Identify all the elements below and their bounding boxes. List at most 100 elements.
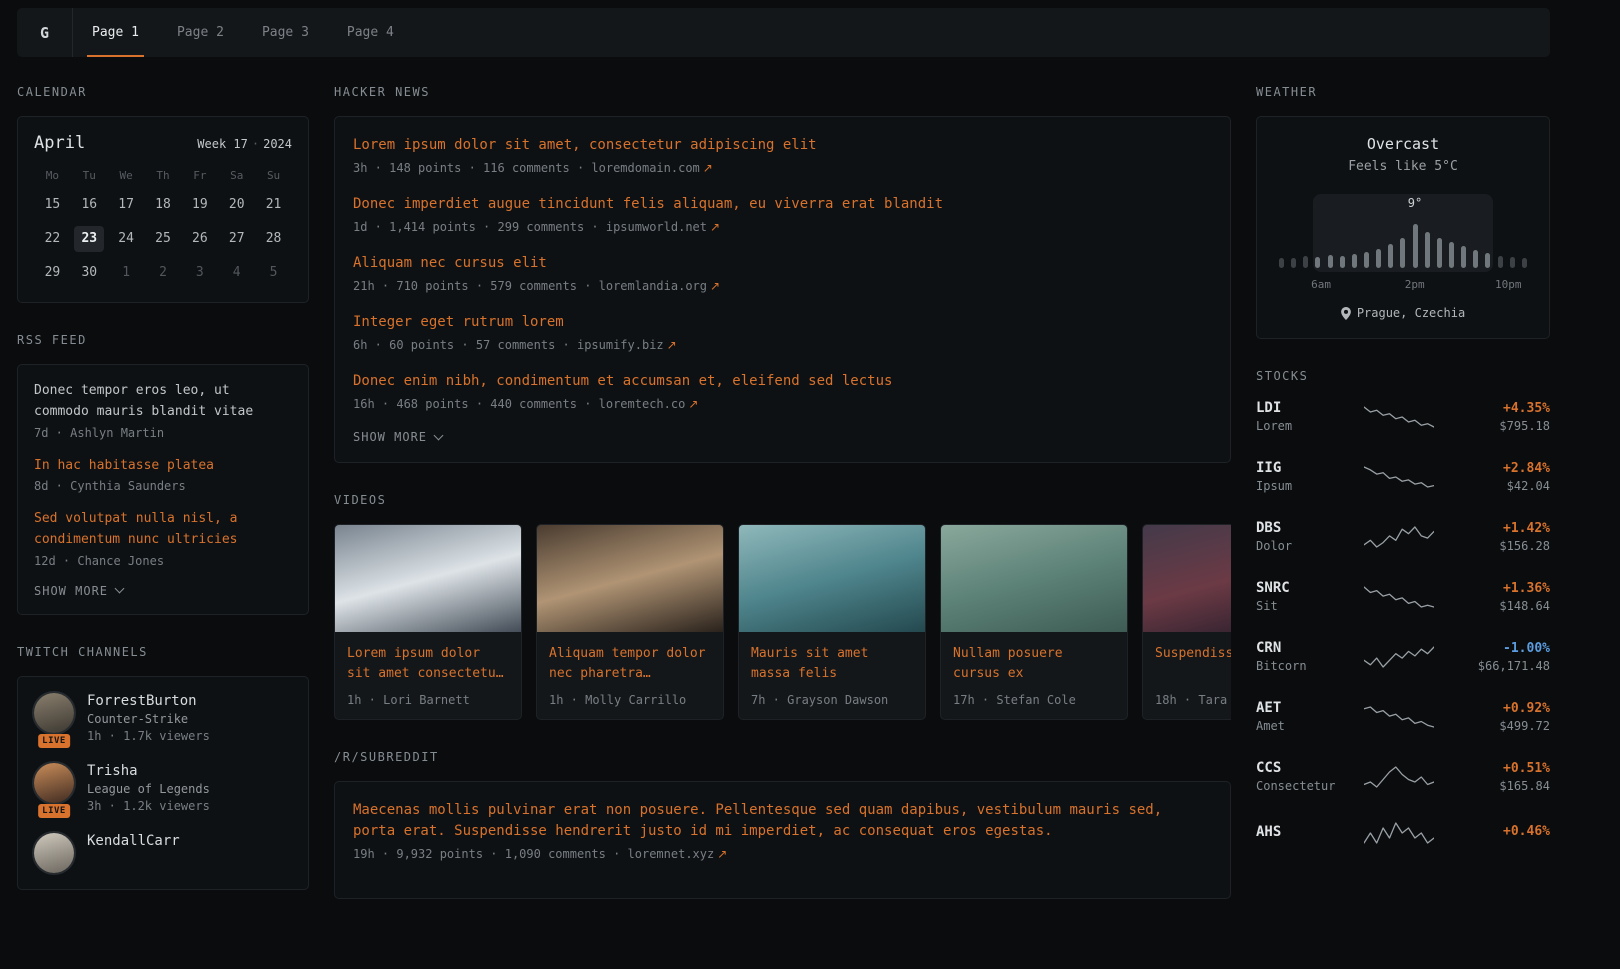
- rss-title-link[interactable]: Donec tempor eros leo, ut commodo mauris…: [34, 381, 292, 423]
- stock-row[interactable]: CRN Bitcorn -1.00% $66,171.48: [1256, 640, 1550, 673]
- avatar: [34, 763, 74, 803]
- news-title-link[interactable]: Donec enim nibh, condimentum et accumsan…: [353, 371, 1212, 392]
- calendar-day: 27: [222, 226, 252, 252]
- stock-row[interactable]: AET Amet +0.92% $499.72: [1256, 700, 1550, 733]
- calendar-header: April Week 17·2024: [34, 133, 292, 153]
- stock-name: Ipsum: [1256, 479, 1352, 493]
- calendar-day: 1: [111, 260, 141, 286]
- tab-page-2[interactable]: Page 2: [158, 8, 243, 57]
- stock-row[interactable]: SNRC Sit +1.36% $148.64: [1256, 580, 1550, 613]
- video-card[interactable]: Nullam posuere cursus ex 17h · Stefan Co…: [940, 524, 1128, 720]
- news-title-link[interactable]: Lorem ipsum dolor sit amet, consectetur …: [353, 135, 1212, 156]
- video-card[interactable]: Suspendisse diam 18h · Tara: [1142, 524, 1231, 720]
- chevron-down-icon: [115, 584, 125, 594]
- rss-show-more-button[interactable]: SHOW MORE: [34, 584, 292, 598]
- stock-change: +1.42%: [1446, 521, 1550, 536]
- tab-page-4[interactable]: Page 4: [328, 8, 413, 57]
- news-meta-text: 21h · 710 points · 579 comments · loreml…: [353, 279, 707, 293]
- video-card[interactable]: Mauris sit amet massa felis 7h · Grayson…: [738, 524, 926, 720]
- app-logo[interactable]: G: [17, 8, 73, 57]
- stock-row[interactable]: DBS Dolor +1.42% $156.28: [1256, 520, 1550, 553]
- post-meta-text: 19h · 9,932 points · 1,090 comments · lo…: [353, 847, 714, 861]
- dashboard-page: G Page 1 Page 2 Page 3 Page 4 CALENDAR A…: [0, 0, 1620, 969]
- tab-page-3[interactable]: Page 3: [243, 8, 328, 57]
- temp-bar: [1388, 244, 1393, 268]
- video-thumbnail[interactable]: [335, 525, 521, 632]
- video-thumbnail[interactable]: [941, 525, 1127, 632]
- widget-label: RSS FEED: [17, 333, 309, 347]
- external-link-icon[interactable]: ↗: [710, 279, 720, 293]
- sparkline: [1352, 404, 1446, 430]
- channel-name: ForrestBurton: [87, 693, 210, 709]
- stock-row[interactable]: AHS +0.46%: [1256, 820, 1550, 846]
- avatar-wrap: LIVE: [34, 693, 74, 743]
- video-card[interactable]: Lorem ipsum dolor sit amet consectetu… 1…: [334, 524, 522, 720]
- widget-label: WEATHER: [1256, 85, 1550, 99]
- stock-values: +1.42% $156.28: [1446, 521, 1550, 553]
- video-thumbnail[interactable]: [537, 525, 723, 632]
- calendar-month: April: [34, 133, 85, 153]
- channel-info: ForrestBurton Counter-Strike 1h · 1.7k v…: [87, 693, 210, 743]
- external-link-icon[interactable]: ↗: [688, 397, 698, 411]
- video-title-link[interactable]: Mauris sit amet massa felis: [751, 644, 913, 684]
- tab-page-1[interactable]: Page 1: [73, 8, 158, 57]
- stock-id: AHS: [1256, 824, 1352, 843]
- news-title-link[interactable]: Donec imperdiet augue tincidunt felis al…: [353, 194, 1212, 215]
- rss-meta: 7d · Ashlyn Martin: [34, 426, 292, 440]
- temp-bar: [1303, 256, 1308, 268]
- news-meta: 3h · 148 points · 116 comments · loremdo…: [353, 161, 1212, 175]
- temp-bar: [1340, 256, 1345, 268]
- stock-id: LDI Lorem: [1256, 400, 1352, 433]
- stock-row[interactable]: CCS Consectetur +0.51% $165.84: [1256, 760, 1550, 793]
- twitch-channel-row[interactable]: KendallCarr: [34, 833, 292, 873]
- video-thumbnail[interactable]: [1143, 525, 1231, 632]
- video-title-link[interactable]: Nullam posuere cursus ex: [953, 644, 1115, 684]
- news-meta-text: 16h · 468 points · 440 comments · loremt…: [353, 397, 685, 411]
- calendar-day: 21: [259, 192, 289, 218]
- news-show-more-button[interactable]: SHOW MORE: [353, 430, 1212, 444]
- rss-meta: 8d · Cynthia Saunders: [34, 479, 292, 493]
- news-title-link[interactable]: Aliquam nec cursus elit: [353, 253, 1212, 274]
- temp-bar: [1328, 255, 1333, 268]
- video-title-link[interactable]: Suspendisse diam: [1155, 644, 1231, 684]
- temp-bar: [1376, 249, 1381, 268]
- external-link-icon[interactable]: ↗: [710, 220, 720, 234]
- stock-name: Sit: [1256, 599, 1352, 613]
- channel-meta: 1h · 1.7k viewers: [87, 729, 210, 743]
- video-meta: 1h · Molly Carrillo: [549, 693, 711, 707]
- news-meta: 21h · 710 points · 579 comments · loreml…: [353, 279, 1212, 293]
- external-link-icon[interactable]: ↗: [703, 161, 713, 175]
- video-title-link[interactable]: Lorem ipsum dolor sit amet consectetu…: [347, 644, 509, 684]
- rss-title-link[interactable]: In hac habitasse platea: [34, 456, 292, 477]
- calendar-card: April Week 17·2024 Mo Tu We Th Fr Sa Su: [17, 116, 309, 303]
- top-nav: G Page 1 Page 2 Page 3 Page 4: [17, 8, 1550, 57]
- calendar-day: 18: [148, 192, 178, 218]
- video-thumbnail[interactable]: [739, 525, 925, 632]
- video-body: Aliquam tempor dolor nec pharetra… 1h · …: [537, 632, 723, 719]
- rss-title-link[interactable]: Sed volutpat nulla nisl, a condimentum n…: [34, 509, 292, 551]
- day-header: Mo: [34, 169, 71, 182]
- post-title-link[interactable]: Maecenas mollis pulvinar erat non posuer…: [353, 800, 1212, 842]
- stock-change: +0.46%: [1446, 824, 1550, 839]
- stock-row[interactable]: IIG Ipsum +2.84% $42.04: [1256, 460, 1550, 493]
- rss-card: Donec tempor eros leo, ut commodo mauris…: [17, 364, 309, 615]
- stock-row[interactable]: LDI Lorem +4.35% $795.18: [1256, 400, 1550, 433]
- twitch-channel-row[interactable]: LIVE Trisha League of Legends 3h · 1.2k …: [34, 763, 292, 813]
- temp-bar: [1461, 246, 1466, 268]
- external-link-icon[interactable]: ↗: [667, 338, 677, 352]
- stock-price: $499.72: [1446, 719, 1550, 733]
- sparkline: [1352, 584, 1446, 610]
- news-item: Donec imperdiet augue tincidunt felis al…: [353, 194, 1212, 234]
- widget-label: STOCKS: [1256, 369, 1550, 383]
- twitch-channel-row[interactable]: LIVE ForrestBurton Counter-Strike 1h · 1…: [34, 693, 292, 743]
- weather-location[interactable]: Prague, Czechia: [1273, 306, 1533, 320]
- video-card[interactable]: Aliquam tempor dolor nec pharetra… 1h · …: [536, 524, 724, 720]
- reddit-post: Maecenas mollis pulvinar erat non posuer…: [353, 800, 1212, 861]
- stock-name: Lorem: [1256, 419, 1352, 433]
- temp-bar: [1437, 238, 1442, 268]
- calendar-widget: CALENDAR April Week 17·2024 Mo Tu We Th …: [17, 85, 309, 303]
- video-title-link[interactable]: Aliquam tempor dolor nec pharetra…: [549, 644, 711, 684]
- external-link-icon[interactable]: ↗: [717, 847, 727, 861]
- live-badge: LIVE: [38, 804, 70, 818]
- news-title-link[interactable]: Integer eget rutrum lorem: [353, 312, 1212, 333]
